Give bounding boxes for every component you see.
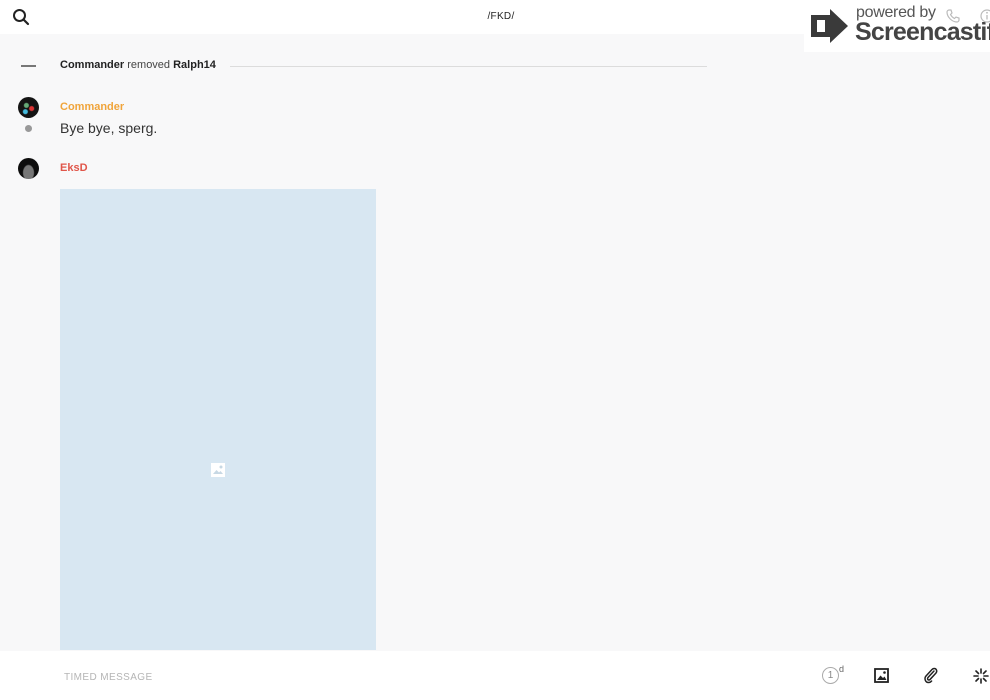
message-author[interactable]: EksD: [60, 162, 88, 174]
timed-message-input[interactable]: [62, 668, 766, 686]
screencastify-logo-icon: [808, 7, 852, 50]
avatar[interactable]: [18, 158, 39, 179]
system-message-actor[interactable]: Commander: [60, 59, 124, 71]
divider: [230, 66, 707, 67]
system-message-action: removed: [127, 59, 171, 71]
avatar[interactable]: [18, 97, 39, 118]
timer-unit: d: [839, 664, 845, 674]
info-icon[interactable]: [980, 9, 990, 28]
paperclip-icon[interactable]: [923, 667, 939, 689]
message-text: Bye bye, sperg.: [60, 120, 158, 136]
photo-icon[interactable]: [874, 668, 889, 688]
status-dot: [25, 125, 32, 132]
message-composer: 1 d: [0, 651, 990, 700]
message-author[interactable]: Commander: [60, 101, 124, 113]
watermark-brand-text: Screencastify: [855, 18, 990, 46]
phone-icon[interactable]: [946, 9, 960, 28]
system-message-target[interactable]: Ralph14: [173, 59, 216, 71]
system-message: Commander removed Ralph14: [0, 57, 720, 75]
screencastify-watermark: powered by Screencastify: [804, 0, 990, 52]
system-message-text: Commander removed Ralph14: [60, 59, 216, 71]
image-icon: [211, 463, 225, 477]
timer-value: 1: [827, 670, 834, 681]
timer-button[interactable]: 1 d: [822, 664, 850, 687]
image-attachment[interactable]: [60, 189, 376, 650]
sparkle-icon[interactable]: [973, 668, 989, 689]
system-message-dash: [21, 65, 36, 67]
